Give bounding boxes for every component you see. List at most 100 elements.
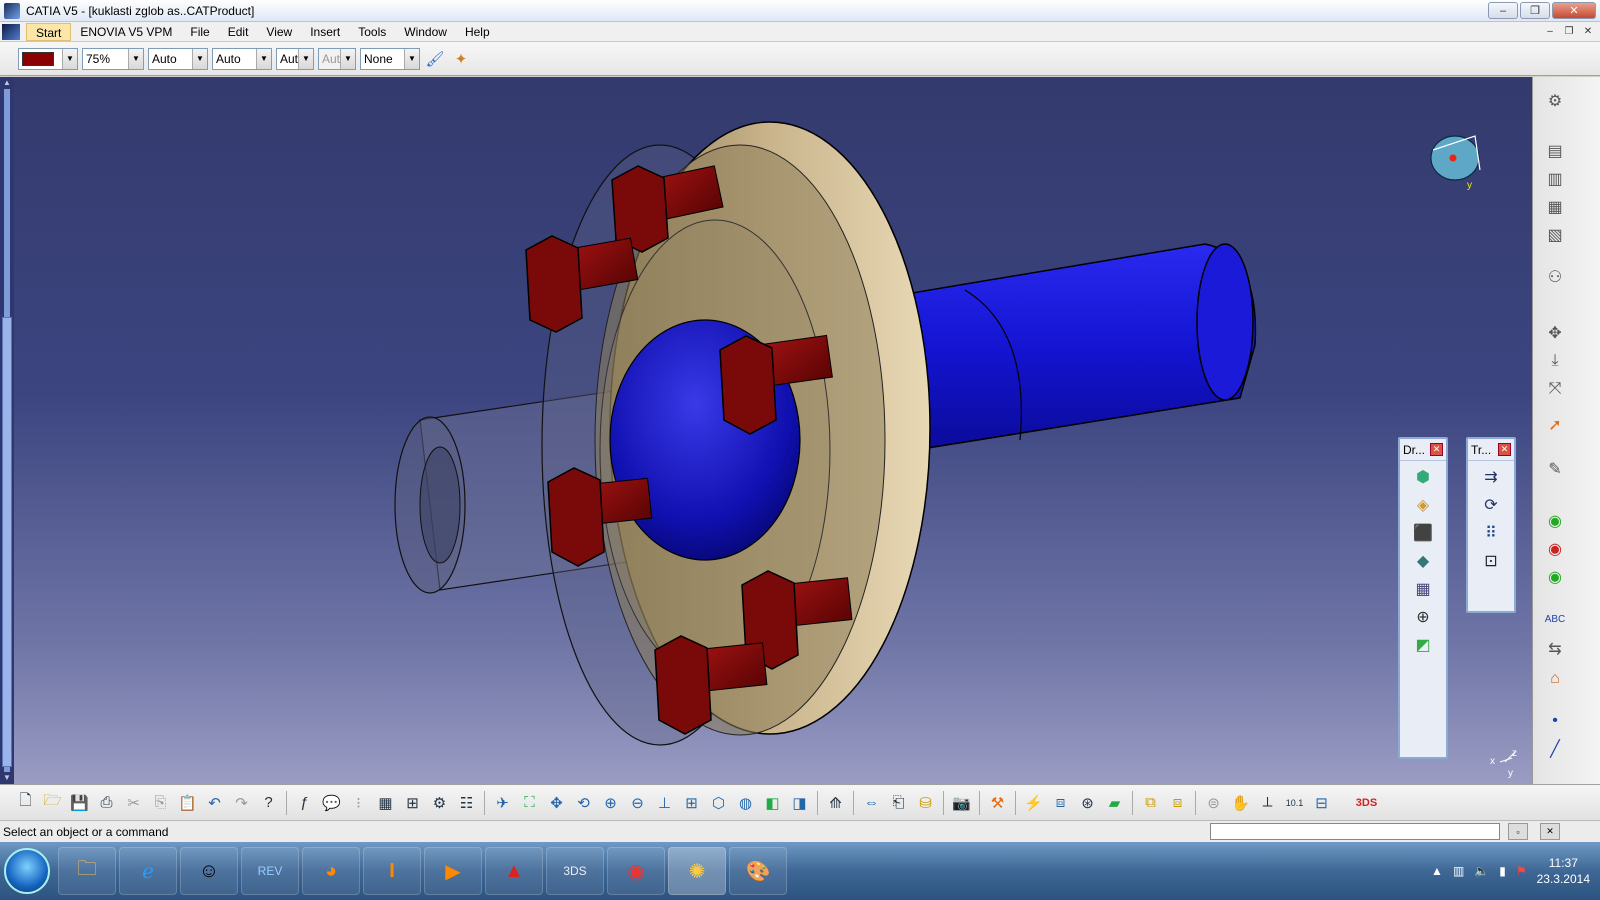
line-type-select[interactable]: Auto ▼ [212,47,272,70]
fix-icon[interactable]: ◉ [1543,537,1567,561]
compass-widget[interactable]: y [1430,135,1481,191]
point-type-select[interactable]: Aut ▼ [276,47,314,70]
swap-space-icon[interactable]: ◨ [786,790,813,816]
select-icon[interactable]: ➚ [1543,413,1567,437]
transform-floating-toolbar[interactable]: Tr... ✕ ⇉ ⟳ ⠿ ⊡ [1466,437,1516,613]
capture-icon[interactable]: 📷 [948,790,975,816]
paint-taskbar-icon[interactable]: 🎨 [729,847,787,895]
explorer-taskbar-icon[interactable]: 🗀 [58,847,116,895]
close-button[interactable]: ✕ [1552,2,1596,19]
hide-show-icon[interactable]: ◧ [759,790,786,816]
print-icon[interactable]: ⎙ [93,790,120,816]
tree-icon[interactable]: ☷ [453,790,480,816]
constraint-icon[interactable]: ◉ [1543,509,1567,533]
chrome-taskbar-icon[interactable]: ◉ [607,847,665,895]
minimize-button[interactable]: – [1488,2,1518,19]
speaker-icon[interactable]: 🔈 [1474,864,1489,878]
menu-start[interactable]: Start [26,22,72,41]
painter-icon[interactable]: 🖌 [424,48,446,70]
point-icon[interactable]: • [1543,709,1567,733]
apply-material-icon[interactable]: ⚒ [984,790,1011,816]
annotation-icon[interactable]: ABC [1543,607,1567,631]
menu-tools[interactable]: Tools [349,23,395,41]
toolbar-header[interactable]: Dr... ✕ [1400,439,1446,461]
rendering-style-select[interactable]: None ▼ [360,47,420,70]
catia-taskbar-icon[interactable]: ✺ [668,847,726,895]
close-icon[interactable]: ✕ [1430,443,1443,456]
people-taskbar-icon[interactable]: ☺ [180,847,238,895]
publication-icon[interactable]: ⊟ [1308,790,1335,816]
3ds-taskbar-icon[interactable]: 3DS [546,847,604,895]
cut-icon[interactable]: ✂ [120,790,147,816]
menu-view[interactable]: View [257,23,301,41]
scale-icon[interactable]: ⊡ [1478,549,1504,573]
whats-this-icon[interactable]: ? [255,790,282,816]
comment-icon[interactable]: 💬 [318,790,345,816]
component-icon[interactable]: ▥ [1543,167,1567,191]
people-icon[interactable]: ⚇ [1543,265,1567,289]
transparency-select[interactable]: 75% ▼ [82,47,144,70]
fly-mode-icon[interactable]: ✈ [489,790,516,816]
color-select[interactable]: ▼ [18,47,78,70]
copy-icon[interactable]: ▦ [1410,577,1436,601]
measure-between-icon[interactable]: ⇔ [858,790,885,816]
toolbar-header[interactable]: Tr... ✕ [1468,439,1514,461]
open-icon[interactable]: 🗁 [39,790,66,816]
fit-all-icon[interactable]: ⛶ [516,790,543,816]
pan-icon[interactable]: ✥ [543,790,570,816]
explode-icon[interactable]: ⤧ [1543,377,1567,401]
window-toggle-icon[interactable]: ▫ [1508,823,1528,840]
menu-help[interactable]: Help [456,23,499,41]
measure-item-icon[interactable]: ⎗ [885,790,912,816]
save-icon[interactable]: 💾 [66,790,93,816]
signal-icon[interactable]: ▮ [1499,864,1506,878]
explode-icon[interactable]: ⧈ [1164,790,1191,816]
paint-icon[interactable]: ◩ [1410,633,1436,657]
measure-inertia-icon[interactable]: ⛁ [912,790,939,816]
inventor-taskbar-icon[interactable]: I [363,847,421,895]
firefox-taskbar-icon[interactable]: ◕ [302,847,360,895]
menu-edit[interactable]: Edit [219,23,258,41]
doc-restore-button[interactable]: ❐ [1561,24,1577,39]
doc-close-button[interactable]: ✕ [1580,24,1596,39]
3d-viewport[interactable]: ▲ ▼ y x z y Dr... ✕ ⬢ ◈ ⬛ ◆ ▦ ⊕ ◩ Tr... … [0,77,1532,784]
command-input[interactable] [1210,823,1500,840]
existing-component-icon[interactable]: ▧ [1543,223,1567,247]
analysis-icon[interactable]: ▰ [1101,790,1128,816]
part-icon[interactable]: ⬢ [1410,465,1436,489]
product-icon[interactable]: ▤ [1543,139,1567,163]
formula-icon[interactable]: ƒ [291,790,318,816]
grid-icon[interactable]: ⠿ [1478,521,1504,545]
zoom-in-icon[interactable]: ⊕ [597,790,624,816]
media-player-taskbar-icon[interactable]: ▶ [424,847,482,895]
cut-icon[interactable]: ◆ [1410,549,1436,573]
sectioning-icon[interactable]: ⧈ [1047,790,1074,816]
undo-icon[interactable]: ↶ [201,790,228,816]
distance-icon[interactable]: ⊛ [1074,790,1101,816]
new-icon[interactable]: 🗋 [12,790,39,816]
bom-icon[interactable]: ⚙ [426,790,453,816]
translate-icon[interactable]: ⇉ [1478,465,1504,489]
zoom-out-icon[interactable]: ⊖ [624,790,651,816]
rotate-icon[interactable]: ⟳ [1478,493,1504,517]
menu-insert[interactable]: Insert [301,23,349,41]
menu-enovia[interactable]: ENOVIA V5 VPM [71,23,181,41]
close-icon[interactable]: ✕ [1498,443,1511,456]
target-icon[interactable]: ⊕ [1410,605,1436,629]
measure-icon[interactable]: ⇆ [1543,637,1567,661]
gear-icon[interactable]: ⚙ [1543,89,1567,113]
paste-icon[interactable]: 📋 [174,790,201,816]
iso-view-icon[interactable]: ⬡ [705,790,732,816]
windows-start-button[interactable] [4,848,50,894]
menu-window[interactable]: Window [395,23,456,41]
menu-file[interactable]: File [181,23,218,41]
part-icon[interactable]: ▦ [1543,195,1567,219]
doc-minimize-button[interactable]: – [1542,24,1558,39]
snap-icon[interactable]: ⤓ [1543,349,1567,373]
analysis-icon[interactable]: ⌂ [1543,667,1567,691]
revit-taskbar-icon[interactable]: REV [241,847,299,895]
update-icon[interactable]: ⟰ [822,790,849,816]
copy-icon[interactable]: ⎘ [147,790,174,816]
multi-view-icon[interactable]: ⊞ [678,790,705,816]
clash-icon[interactable]: ⚡ [1020,790,1047,816]
